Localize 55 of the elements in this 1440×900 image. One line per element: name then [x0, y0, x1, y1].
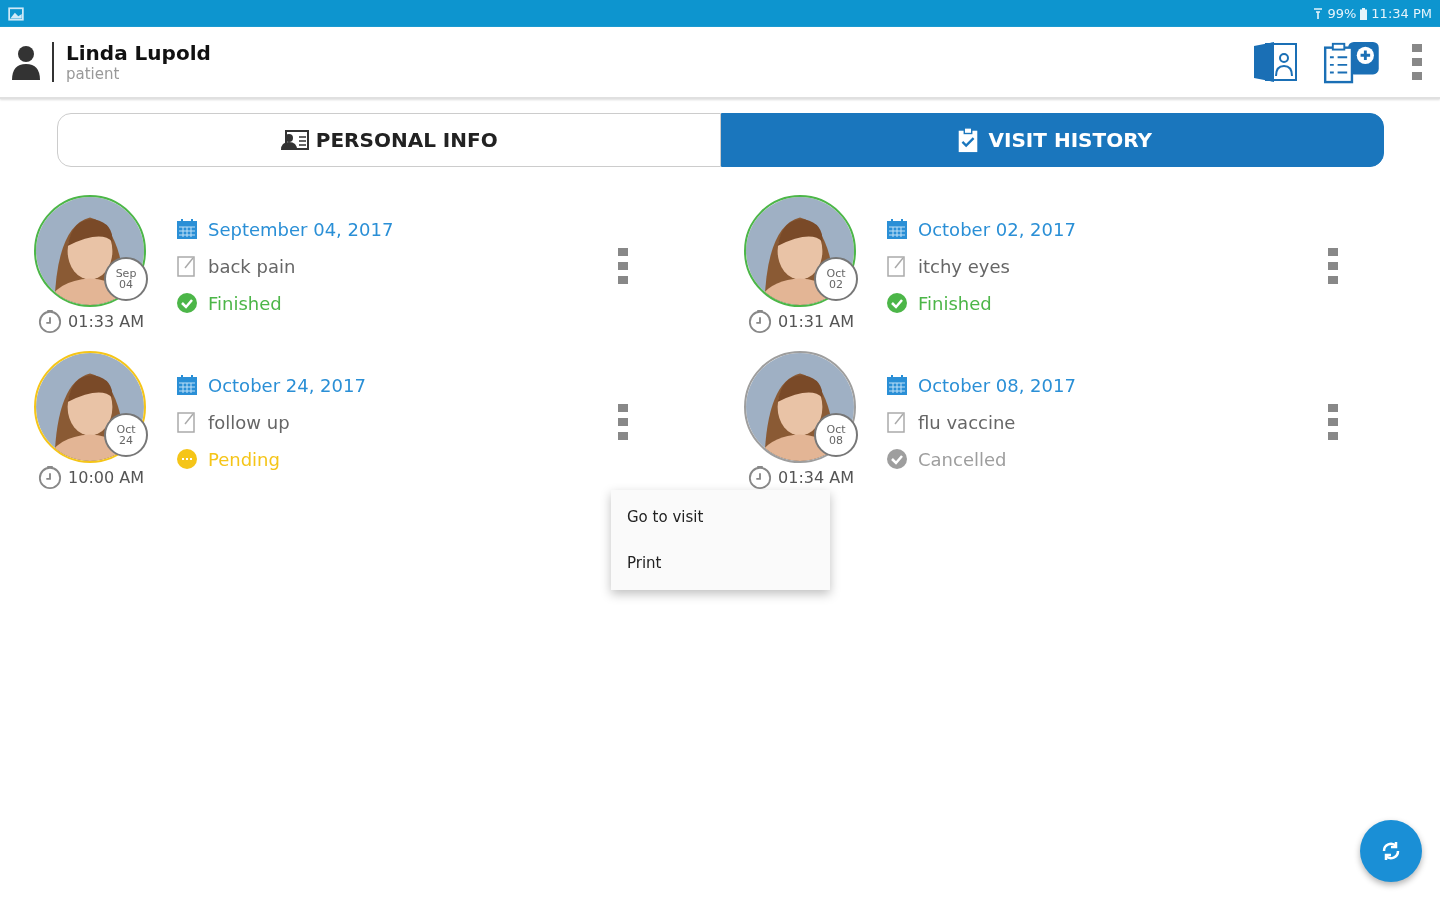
battery-percent: 99% — [1327, 6, 1357, 21]
image-icon — [8, 5, 24, 22]
more-options-icon[interactable] — [1328, 248, 1338, 284]
note-icon — [886, 255, 908, 277]
visit-time: 01:31 AM — [778, 311, 854, 331]
badge-day: 04 — [119, 279, 133, 290]
more-options-icon[interactable] — [1328, 404, 1338, 440]
more-options-icon[interactable] — [618, 248, 628, 284]
visit-reason: flu vaccine — [918, 411, 1016, 433]
signal-icon — [1313, 7, 1324, 20]
patient-role: patient — [66, 65, 121, 83]
calendar-icon — [176, 374, 198, 396]
calendar-icon — [886, 218, 908, 240]
tab[interactable]: VISIT HISTORY — [720, 113, 1384, 167]
menu-item[interactable]: Go to visit — [611, 494, 830, 540]
badge-month: Oct — [826, 268, 846, 279]
badge-month: Sep — [115, 268, 137, 279]
visit-date: October 24, 2017 — [208, 374, 366, 396]
badge-month: Oct — [116, 424, 136, 435]
pdf-document-icon[interactable] — [1252, 40, 1298, 84]
clock-icon — [38, 309, 62, 333]
visit-date: September 04, 2017 — [208, 218, 394, 240]
clock-icon — [748, 465, 772, 489]
note-icon — [886, 411, 908, 433]
refresh-button[interactable] — [1360, 820, 1422, 882]
visit-reason: back pain — [208, 255, 296, 277]
badge-month: Oct — [826, 424, 846, 435]
clock-icon — [748, 309, 772, 333]
more-options-icon[interactable] — [618, 404, 628, 440]
patient-name: Linda Lupold — [66, 41, 211, 65]
calendar-icon — [176, 218, 198, 240]
tab[interactable]: PERSONAL INFO — [57, 113, 721, 167]
battery-icon — [1360, 7, 1368, 20]
calendar-icon — [886, 374, 908, 396]
badge-day: 24 — [119, 435, 133, 446]
visit-status: Cancelled — [918, 448, 1007, 470]
note-icon — [176, 411, 198, 433]
visit-date: October 02, 2017 — [918, 218, 1076, 240]
badge-day: 02 — [829, 279, 843, 290]
id-card-icon — [279, 127, 310, 153]
more-options-icon[interactable] — [1412, 44, 1422, 80]
badge-day: 08 — [829, 435, 843, 446]
visit-time: 01:34 AM — [778, 467, 854, 487]
clock-icon — [38, 465, 62, 489]
visit-time: 01:33 AM — [68, 311, 144, 331]
menu-item[interactable]: Print — [611, 540, 830, 586]
visit-date: October 08, 2017 — [918, 374, 1076, 396]
visit-reason: follow up — [208, 411, 290, 433]
note-icon — [176, 255, 198, 277]
visit-time: 10:00 AM — [68, 467, 144, 487]
visit-status: Finished — [918, 292, 992, 314]
visit-status: Finished — [208, 292, 282, 314]
clock: 11:34 PM — [1371, 6, 1432, 21]
visit-reason: itchy eyes — [918, 255, 1010, 277]
visit-status: Pending — [208, 448, 280, 470]
